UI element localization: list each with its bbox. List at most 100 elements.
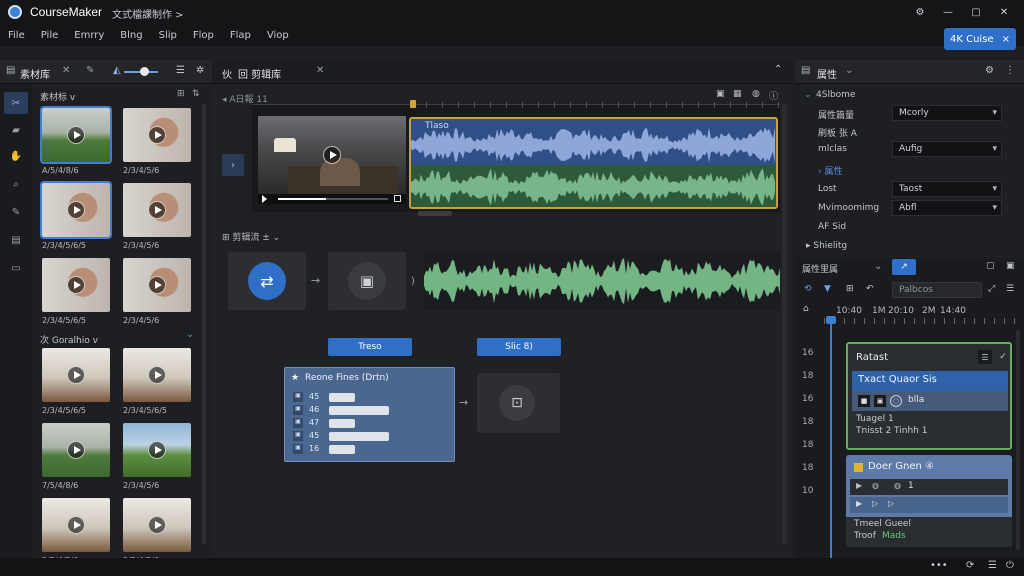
menu-blng[interactable]: Blng — [112, 30, 150, 41]
property-dropdown[interactable]: Mcorly ▾ — [892, 105, 1002, 121]
track-scrollbar[interactable] — [418, 211, 452, 216]
clip-card-1-menu-icon[interactable]: ☰ — [978, 350, 992, 364]
properties-group[interactable]: 4Slbome — [816, 90, 855, 100]
card-row-bar[interactable] — [329, 445, 355, 454]
timeline-save-icon[interactable]: ▣ — [1006, 261, 1015, 271]
clip-card-1[interactable]: Ratast ☰ ✓ Txact Quaor Sis ■ ▣ ◌ blla Tu… — [846, 342, 1012, 450]
hand-icon[interactable]: ✋ — [8, 148, 24, 164]
play-icon[interactable] — [148, 441, 166, 459]
preview-play-icon[interactable] — [262, 195, 267, 203]
expand-icon[interactable]: › — [222, 154, 244, 176]
library-thumbnail[interactable] — [123, 258, 191, 312]
card-row-bar[interactable] — [329, 432, 389, 441]
export-node[interactable]: ⊡ — [477, 373, 560, 433]
clip-image-icon[interactable]: ▣ — [874, 395, 886, 407]
close-icon[interactable]: × — [1002, 34, 1010, 45]
properties-settings-icon[interactable]: ⚙ — [985, 65, 994, 76]
play-icon[interactable] — [148, 366, 166, 384]
tab-library[interactable]: 素材库 — [20, 66, 50, 81]
close-window-icon[interactable]: ✕ — [996, 4, 1012, 20]
library-thumbnail[interactable] — [123, 348, 191, 402]
save-node[interactable]: ▣ — [328, 252, 406, 310]
clip2-gear-icon[interactable]: ◍ — [894, 481, 901, 490]
preview-scrubber[interactable] — [278, 198, 388, 200]
library-thumbnail[interactable] — [42, 498, 110, 552]
adjust-node[interactable]: ⇄ — [228, 252, 306, 310]
cut-icon[interactable]: ✂ — [4, 92, 28, 114]
playhead-marker[interactable] — [410, 100, 416, 108]
property-dropdown[interactable]: Taost ▾ — [892, 181, 1002, 197]
search-icon[interactable]: — — [940, 4, 956, 20]
properties-card[interactable]: ★ Reone Fines (Drtn) ▣ 45 ▣ 46 ▣ 47 ▣ 45 ▣ 16 — [284, 367, 455, 462]
library-thumbnail[interactable] — [42, 348, 110, 402]
clip2-end-icon[interactable]: ▷ — [888, 499, 894, 508]
zoom-icon[interactable]: ⌕ — [8, 176, 24, 192]
clip-stop-icon[interactable]: ■ — [858, 395, 870, 407]
menu-flop[interactable]: Flop — [185, 30, 222, 41]
play-icon[interactable] — [67, 516, 85, 534]
list-icon[interactable]: ☰ — [176, 65, 185, 76]
play-icon[interactable] — [67, 126, 85, 144]
clip2-play-icon[interactable]: ▶ — [856, 481, 862, 490]
card-row[interactable]: ▣ 45 — [291, 431, 449, 442]
volume-slider-handle[interactable] — [140, 67, 149, 76]
card-row-bar[interactable] — [329, 406, 389, 415]
card-row-bar[interactable] — [329, 419, 355, 428]
properties-group-chevron[interactable]: ⌄ — [804, 90, 812, 100]
library-thumbnail[interactable] — [123, 183, 191, 237]
properties-chevron-icon[interactable]: ⌄ — [845, 65, 853, 76]
property-dropdown[interactable]: Abfl ▾ — [892, 200, 1002, 216]
timeline-playhead-handle[interactable] — [826, 316, 836, 324]
library-thumbnail[interactable] — [123, 498, 191, 552]
volume-slider[interactable] — [124, 67, 158, 76]
timeline-undo-icon[interactable]: ↶ — [866, 284, 874, 294]
card-row-bar[interactable] — [329, 393, 355, 402]
treso-pill[interactable]: Treso — [328, 338, 412, 356]
menu-emrry[interactable]: Emrry — [66, 30, 112, 41]
library-thumbnail[interactable] — [40, 106, 112, 164]
play-icon[interactable] — [323, 146, 341, 164]
library-thumbnail[interactable] — [123, 108, 191, 162]
play-icon[interactable] — [67, 201, 85, 219]
library-section-label[interactable]: 素材标 v — [40, 90, 75, 103]
wrench-icon[interactable]: ✎ — [8, 204, 24, 220]
status-dots-icon[interactable]: ••• — [930, 560, 948, 571]
menu-slip[interactable]: Slip — [151, 30, 185, 41]
clip-card-1-highlight[interactable]: Txact Quaor Sis — [852, 371, 1008, 391]
card-row[interactable]: ▣ 16 — [291, 444, 449, 455]
timeline-down-icon[interactable]: ▼ — [824, 284, 831, 294]
clip2-next-icon[interactable]: ▷ — [872, 499, 878, 508]
play-icon[interactable] — [67, 366, 85, 384]
library-scrollbar[interactable] — [202, 104, 206, 544]
caption-icon[interactable]: ▣ — [716, 89, 725, 99]
more-icon[interactable]: ✲ — [196, 65, 204, 76]
play-icon[interactable] — [148, 276, 166, 294]
card-row[interactable]: ▣ 46 — [291, 405, 449, 416]
maximize-icon[interactable]: ▢ — [968, 4, 984, 20]
globe-icon[interactable]: ◍ — [752, 89, 760, 99]
menu-viop[interactable]: Viop — [259, 30, 297, 41]
properties-more-icon[interactable]: ⋮ — [1005, 65, 1015, 76]
library-thumbnail[interactable] — [123, 423, 191, 477]
tab-editor[interactable]: 回 剪辑库 — [238, 66, 281, 81]
status-refresh-icon[interactable]: ⟳ — [966, 560, 974, 571]
library-sort-icon[interactable]: ⇅ — [192, 89, 200, 99]
timeline-expand-icon[interactable]: ⤢ — [988, 284, 995, 294]
timeline-tab[interactable]: 属性里属 — [802, 262, 838, 275]
timeline-scrollbar[interactable] — [1016, 330, 1020, 550]
timeline-input[interactable]: Palbcos — [892, 282, 982, 298]
fullscreen-icon[interactable] — [394, 195, 401, 202]
timeline-list-icon[interactable]: ☰ — [1006, 284, 1014, 294]
card-row[interactable]: ▣ 47 — [291, 418, 449, 429]
check-icon[interactable]: ✓ — [996, 350, 1010, 364]
screen-icon[interactable]: ▭ — [8, 260, 24, 276]
volume-icon[interactable]: ◭ — [113, 65, 121, 76]
clip-card-2[interactable]: Doer Gnen ④ ▶ ◍ ◍ 1 ▶ ▷ ▷ — [846, 455, 1012, 517]
play-icon[interactable] — [67, 276, 85, 294]
play-icon[interactable] — [148, 201, 166, 219]
flow-section-label[interactable]: ⊞ 剪辑流 ± ⌄ — [222, 230, 280, 243]
edit-icon[interactable]: ✎ — [86, 65, 94, 76]
library-add-icon[interactable]: ⊞ — [177, 89, 185, 99]
menu-pile[interactable]: Pile — [33, 30, 67, 41]
timeline-loop-icon[interactable]: ⟲ — [804, 284, 812, 294]
